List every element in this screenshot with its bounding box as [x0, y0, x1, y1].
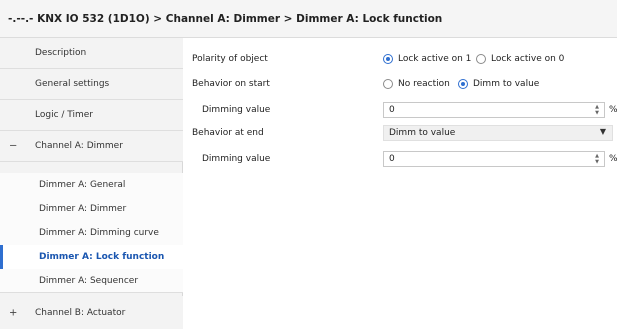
sidebar-item-label: Dimmer A: General	[39, 180, 126, 190]
param-label: Behavior at end	[192, 128, 264, 138]
sidebar-item-label: Dimmer A: Dimmer	[39, 204, 127, 214]
param-dimming-value-1-row: Dimming value 0 ▲ ▼ %	[184, 100, 617, 120]
radio-unselected-icon	[383, 79, 393, 89]
sidebar-item-label: Logic / Timer	[35, 110, 94, 120]
window-header: -.--.- KNX IO 532 (1D1O) > Channel A: Di…	[0, 0, 617, 38]
collapse-icon[interactable]: −	[9, 141, 17, 152]
sidebar-item-dimmer-a-lock-function[interactable]: Dimmer A: Lock function	[0, 245, 183, 269]
radio-selected-icon	[383, 54, 393, 64]
unit-label: %	[609, 105, 617, 115]
dimming-value-stepper[interactable]: 0 ▲ ▼	[383, 102, 605, 118]
select-value: Dimm to value	[389, 128, 456, 138]
param-behavior-start-row: Behavior on start No reaction Dimm to va…	[184, 74, 617, 94]
dimming-value-stepper[interactable]: 0 ▲ ▼	[383, 151, 605, 167]
radio-lock-active-0[interactable]: Lock active on 0	[476, 54, 564, 64]
stepper-down-icon[interactable]: ▼	[593, 159, 601, 165]
radio-label: Lock active on 1	[398, 54, 472, 64]
stepper-down-icon[interactable]: ▼	[593, 110, 601, 116]
stepper-value: 0	[389, 154, 395, 164]
param-label: Polarity of object	[192, 54, 268, 64]
sidebar-item-label: Dimmer A: Sequencer	[39, 275, 139, 286]
sidebar-item-description[interactable]: Description	[0, 38, 183, 69]
sidebar-item-general-settings[interactable]: General settings	[0, 69, 183, 100]
parameter-panel: Polarity of object Lock active on 1 Lock…	[184, 38, 617, 329]
sidebar-item-label: Dimmer A: Lock function	[39, 252, 165, 262]
sidebar-item-label: Dimmer A: Dimming curve	[39, 228, 159, 238]
param-behavior-end-row: Behavior at end Dimm to value ▼	[184, 123, 617, 143]
stepper-value: 0	[389, 105, 395, 115]
param-label: Behavior on start	[192, 79, 270, 89]
sidebar-item-dimmer-a-dimming-curve[interactable]: Dimmer A: Dimming curve	[0, 221, 183, 245]
param-label: Dimming value	[202, 154, 271, 164]
sidebar-item-logic-timer[interactable]: Logic / Timer	[0, 100, 183, 131]
radio-dimm-to-value[interactable]: Dimm to value	[458, 79, 539, 89]
breadcrumb-title: -.--.- KNX IO 532 (1D1O) > Channel A: Di…	[8, 13, 443, 25]
radio-label: No reaction	[398, 79, 450, 89]
radio-label: Lock active on 0	[491, 54, 565, 64]
chevron-down-icon[interactable]: ▼	[600, 127, 606, 136]
sidebar-item-label: Description	[35, 48, 87, 58]
radio-selected-icon	[458, 79, 468, 89]
radio-label: Dimm to value	[473, 79, 540, 89]
sidebar-item-channel-b-actuator[interactable]: + Channel B: Actuator	[0, 296, 183, 329]
param-polarity-row: Polarity of object Lock active on 1 Lock…	[184, 49, 617, 69]
sidebar-item-label: General settings	[35, 79, 110, 89]
sidebar-item-label: Channel B: Actuator	[35, 307, 126, 318]
unit-label: %	[609, 154, 617, 164]
param-dimming-value-2-row: Dimming value 0 ▲ ▼ %	[184, 149, 617, 169]
sidebar-item-dimmer-a-dimmer[interactable]: Dimmer A: Dimmer	[0, 197, 183, 221]
sidebar: Description General settings Logic / Tim…	[0, 38, 183, 329]
param-label: Dimming value	[202, 105, 271, 115]
sidebar-item-channel-a-dimmer[interactable]: − Channel A: Dimmer	[0, 131, 183, 162]
radio-lock-active-1[interactable]: Lock active on 1	[383, 54, 471, 64]
radio-no-reaction[interactable]: No reaction	[383, 79, 450, 89]
sidebar-item-dimmer-a-sequencer[interactable]: Dimmer A: Sequencer	[0, 269, 183, 293]
stepper-arrows[interactable]: ▲ ▼	[593, 152, 601, 166]
sidebar-item-label: Channel A: Dimmer	[35, 141, 123, 151]
expand-icon[interactable]: +	[9, 307, 17, 318]
stepper-arrows[interactable]: ▲ ▼	[593, 103, 601, 117]
radio-unselected-icon	[476, 54, 486, 64]
sidebar-item-dimmer-a-general[interactable]: Dimmer A: General	[0, 173, 183, 197]
behavior-end-select[interactable]: Dimm to value ▼	[383, 125, 613, 141]
